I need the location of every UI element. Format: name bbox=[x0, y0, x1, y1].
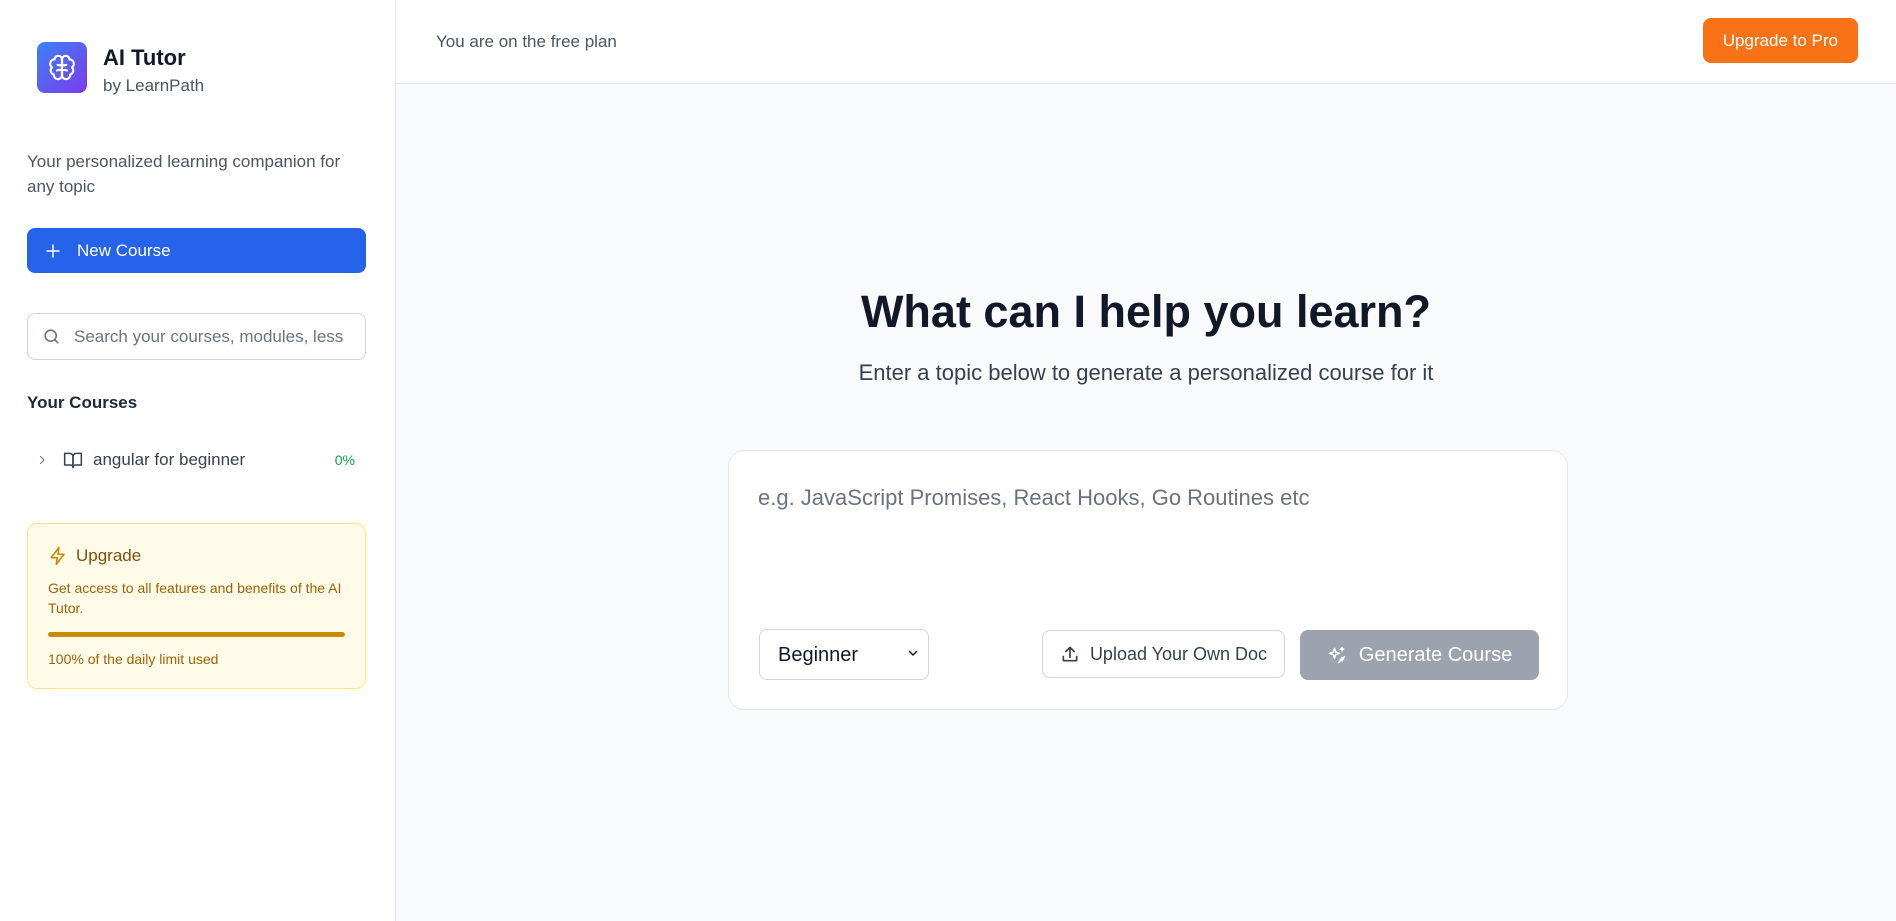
usage-progress-bar bbox=[48, 632, 345, 637]
sidebar-tagline: Your personalized learning companion for… bbox=[27, 152, 341, 196]
chevron-right-icon[interactable] bbox=[31, 454, 53, 466]
search-input[interactable] bbox=[74, 326, 344, 347]
upgrade-to-pro-button[interactable]: Upgrade to Pro bbox=[1702, 18, 1858, 63]
course-name: angular for beginner bbox=[93, 450, 246, 469]
course-progress: 0% bbox=[334, 452, 355, 468]
upgrade-description: Get access to all features and benefits … bbox=[48, 580, 342, 616]
topic-input[interactable] bbox=[758, 485, 1538, 575]
main-area: You are on the free plan Upgrade to Pro … bbox=[396, 0, 1896, 921]
upload-doc-label: Upload Your Own Doc bbox=[1089, 643, 1268, 664]
plan-status: You are on the free plan bbox=[436, 32, 617, 51]
search-box bbox=[27, 313, 366, 360]
page-title: What can I help you learn? bbox=[860, 286, 1432, 337]
courses-heading: Your Courses bbox=[27, 393, 138, 412]
upload-icon bbox=[1060, 644, 1080, 664]
generate-course-label: Generate Course bbox=[1358, 643, 1513, 666]
usage-progress-fill bbox=[48, 632, 345, 637]
brand: AI Tutor by LearnPath bbox=[37, 42, 204, 98]
upload-doc-button[interactable]: Upload Your Own Doc bbox=[1042, 630, 1285, 678]
difficulty-select[interactable]: Beginner bbox=[759, 629, 929, 680]
upgrade-card: Upgrade Get access to all features and b… bbox=[27, 523, 366, 689]
app-subtitle: by LearnPath bbox=[103, 76, 205, 95]
course-generator-card: Beginner Upload Your Own Doc Generate Co… bbox=[728, 450, 1568, 710]
sidebar: AI Tutor by LearnPath Your personalized … bbox=[0, 0, 396, 921]
brain-icon bbox=[37, 42, 87, 93]
new-course-button[interactable]: New Course bbox=[27, 228, 366, 273]
plus-icon bbox=[42, 240, 64, 262]
course-list-item[interactable]: angular for beginner 0% bbox=[27, 444, 366, 476]
upgrade-title: Upgrade bbox=[76, 546, 142, 565]
usage-text: 100% of the daily limit used bbox=[48, 651, 219, 667]
app-root: AI Tutor by LearnPath Your personalized … bbox=[0, 0, 1896, 921]
search-icon bbox=[42, 327, 61, 346]
app-title: AI Tutor bbox=[103, 45, 186, 70]
lightning-icon bbox=[48, 546, 68, 566]
new-course-label: New Course bbox=[77, 240, 171, 260]
sparkles-icon bbox=[1327, 645, 1347, 665]
book-open-icon bbox=[63, 450, 83, 470]
top-bar: You are on the free plan Upgrade to Pro bbox=[396, 0, 1896, 84]
generate-course-button[interactable]: Generate Course bbox=[1300, 630, 1539, 680]
page-subtitle: Enter a topic below to generate a person… bbox=[858, 360, 1434, 385]
